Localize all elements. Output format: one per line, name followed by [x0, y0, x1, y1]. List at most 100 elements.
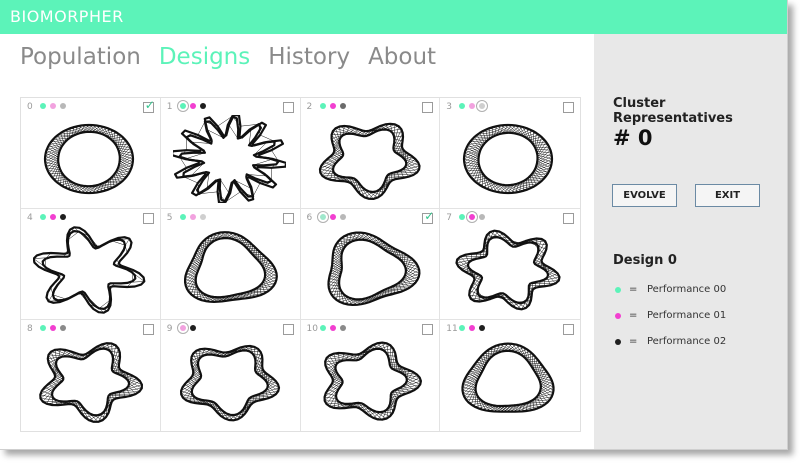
performance-dots: [40, 325, 66, 331]
performance-dot-icon[interactable]: [316, 211, 329, 223]
performance-dot-icon[interactable]: [50, 325, 56, 331]
performance-dot-icon[interactable]: [339, 214, 346, 220]
design-card[interactable]: 1: [160, 98, 301, 209]
design-card[interactable]: 6 ✓: [300, 209, 441, 320]
design-index: 7: [446, 213, 452, 223]
legend-label: Performance 01: [646, 310, 727, 321]
performance-dot-icon[interactable]: [189, 103, 196, 109]
design-shape-icon: [33, 226, 146, 314]
legend-label: Performance 00: [646, 284, 727, 295]
exit-button[interactable]: EXIT: [695, 184, 760, 207]
design-card[interactable]: 9: [161, 320, 301, 431]
design-index: 2: [306, 102, 313, 112]
performance-dot-icon[interactable]: [176, 322, 189, 334]
performance-dot-icon[interactable]: [476, 100, 489, 112]
shape-inner-edge: [467, 235, 550, 305]
performance-dots: [459, 211, 486, 223]
performance-dot-icon[interactable]: [50, 214, 56, 220]
shape-inner-edge: [190, 349, 269, 417]
legend-label: Performance 02: [646, 336, 727, 347]
performance-dot-icon[interactable]: [339, 325, 346, 331]
app-title: BIOMORPHER: [10, 7, 124, 26]
select-checkbox[interactable]: [282, 102, 294, 113]
shape-inner-edge: [57, 130, 121, 188]
performance-dot-icon[interactable]: [40, 325, 46, 331]
performance-dots: [319, 103, 346, 109]
design-card[interactable]: 8: [21, 320, 161, 431]
legend-item-performance-02: = Performance 02: [615, 336, 726, 347]
design-index: 3: [446, 102, 452, 112]
select-checkbox[interactable]: [282, 213, 294, 224]
select-checkbox[interactable]: [142, 324, 154, 335]
select-checkbox[interactable]: ✓: [422, 210, 434, 224]
select-checkbox[interactable]: [422, 324, 434, 335]
performance-dot-icon[interactable]: [459, 103, 466, 109]
select-checkbox[interactable]: [422, 102, 434, 113]
tab-history[interactable]: History: [268, 44, 350, 78]
design-card[interactable]: 0 ✓: [21, 98, 161, 209]
performance-dots: [316, 211, 346, 223]
design-index: 1: [166, 102, 173, 112]
legend-marker: =: [629, 336, 638, 347]
performance-dot-icon[interactable]: [40, 103, 46, 109]
tab-designs[interactable]: Designs: [159, 44, 250, 78]
performance-dot-icon[interactable]: [329, 325, 336, 331]
legend-marker: =: [629, 284, 638, 295]
evolve-button[interactable]: EVOLVE: [612, 184, 677, 207]
select-checkbox[interactable]: [282, 324, 294, 335]
design-shape-icon: [463, 123, 554, 195]
select-checkbox[interactable]: [563, 102, 574, 113]
performance-dot-icon[interactable]: [319, 103, 326, 109]
performance-dot-icon[interactable]: [189, 214, 196, 220]
performance-dot-icon[interactable]: [60, 103, 66, 109]
performance-dots: [40, 103, 66, 109]
sidebar: Cluster Representatives # 0 EVOLVE EXIT …: [594, 34, 787, 449]
design-card[interactable]: 3: [440, 98, 580, 209]
select-checkbox[interactable]: [142, 213, 154, 224]
performance-dot-icon[interactable]: [319, 325, 326, 331]
performance-dot-icon[interactable]: [459, 325, 466, 331]
design-index: 4: [27, 213, 33, 223]
tab-about[interactable]: About: [368, 44, 436, 78]
checkmark-icon: ✓: [144, 98, 155, 112]
shape-inner-edge: [331, 128, 407, 194]
design-shape-icon: [179, 344, 280, 422]
design-card[interactable]: 4: [21, 209, 161, 320]
performance-dot-icon[interactable]: [479, 214, 486, 220]
performance-dot-icon[interactable]: [469, 103, 476, 109]
performance-dot-icon[interactable]: [466, 211, 479, 223]
performance-dot-icon[interactable]: [329, 214, 336, 220]
performance-dot-icon[interactable]: [459, 214, 466, 220]
performance-dot-icon[interactable]: [199, 103, 206, 109]
performance-dot-icon[interactable]: [179, 214, 186, 220]
performance-dot-icon[interactable]: [199, 214, 206, 220]
design-card[interactable]: 7: [440, 209, 580, 320]
cluster-number: # 0: [613, 126, 653, 150]
performance-dot-icon[interactable]: [60, 214, 66, 220]
design-index: 5: [166, 213, 173, 223]
select-checkbox[interactable]: [563, 213, 574, 224]
performance-dots: [319, 325, 346, 331]
performance-dot-icon[interactable]: [479, 325, 486, 331]
design-card[interactable]: 10: [301, 320, 441, 431]
design-card[interactable]: 2: [300, 98, 441, 209]
design-shape-icon: [461, 342, 555, 413]
shape-inner-edge: [41, 230, 137, 310]
performance-dots: [176, 322, 196, 334]
performance-dot-icon[interactable]: [40, 214, 46, 220]
performance-dot-icon[interactable]: [329, 103, 336, 109]
legend-dot-icon: [615, 286, 621, 293]
select-checkbox[interactable]: ✓: [142, 98, 155, 113]
design-card[interactable]: 5: [160, 209, 301, 320]
design-card[interactable]: 11: [440, 320, 580, 431]
main-nav: Population Designs History About: [20, 44, 436, 78]
select-checkbox[interactable]: [563, 324, 574, 335]
performance-dot-icon[interactable]: [339, 103, 346, 109]
performance-dot-icon[interactable]: [189, 325, 196, 331]
tab-population[interactable]: Population: [20, 44, 141, 78]
legend-dot-icon: [615, 312, 621, 319]
performance-dot-icon[interactable]: [469, 325, 476, 331]
performance-dot-icon[interactable]: [176, 100, 189, 112]
performance-dot-icon[interactable]: [50, 103, 56, 109]
performance-dot-icon[interactable]: [60, 325, 66, 331]
